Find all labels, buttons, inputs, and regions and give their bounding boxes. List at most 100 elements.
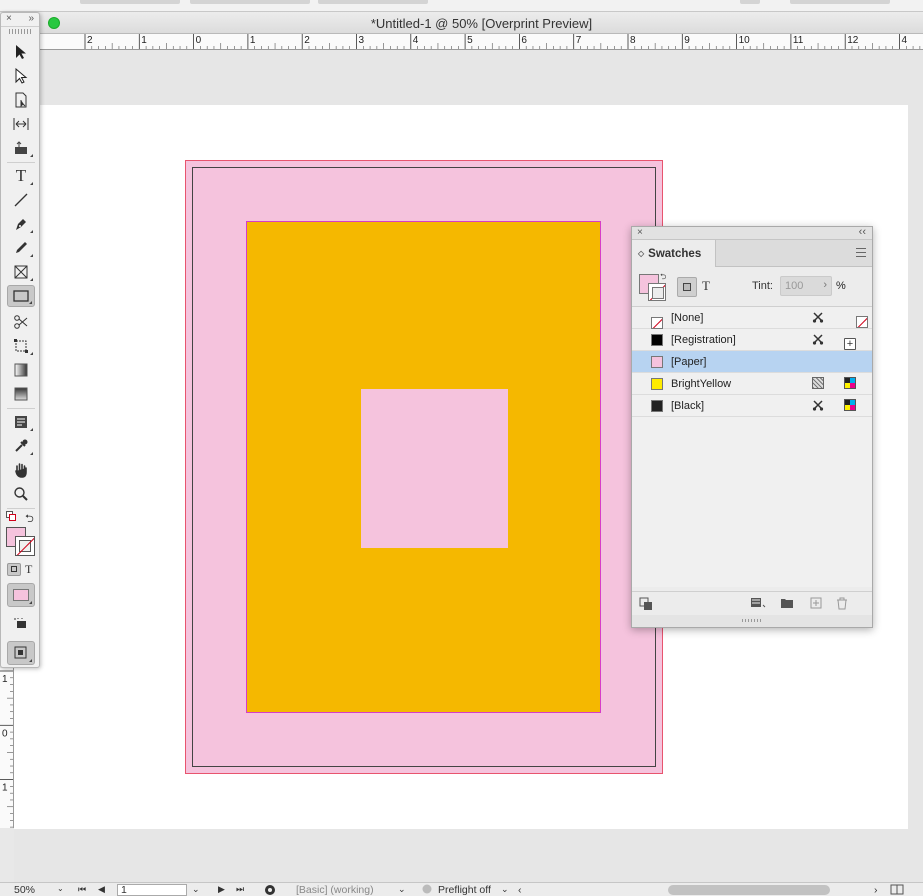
paper-square-frame[interactable] [361, 389, 508, 548]
zoom-tool-icon[interactable] [7, 483, 35, 505]
show-swatch-kinds-icon[interactable] [639, 597, 653, 614]
next-page-icon[interactable]: ▶ [218, 884, 225, 895]
preview-mode-icon[interactable] [7, 641, 35, 665]
swatch-chip [651, 356, 663, 368]
gradient-feather-tool-icon[interactable] [7, 383, 35, 405]
tools-panel-header: × » [1, 13, 39, 27]
new-folder-icon[interactable] [780, 597, 794, 612]
content-collector-icon[interactable] [7, 137, 35, 159]
ruler-label: 3 [359, 35, 365, 46]
split-window-icon[interactable] [890, 884, 904, 896]
formatting-affects-text-button[interactable]: T [702, 278, 710, 294]
registration-icon [844, 337, 856, 350]
preflight-status[interactable]: Preflight off [438, 884, 491, 896]
apply-color-icon[interactable] [7, 583, 35, 607]
swatches-controls: ⮌ T Tint: 100 › % [632, 267, 872, 307]
close-icon[interactable]: × [637, 227, 643, 238]
tint-value: 100 [785, 280, 804, 292]
swatch-row[interactable]: [Black] [632, 395, 872, 417]
swatches-panel-header[interactable]: × ‹‹ [632, 226, 872, 240]
scroll-right-icon[interactable]: › [874, 884, 878, 896]
gradient-swatch-tool-icon[interactable] [7, 359, 35, 381]
tint-chevron-icon[interactable]: › [823, 279, 827, 291]
swatch-row[interactable]: [Paper] [632, 351, 872, 373]
zoom-level[interactable]: 50% [14, 884, 35, 896]
ruler-label: 6 [521, 35, 527, 46]
style-dropdown-icon[interactable]: ⌄ [398, 884, 406, 895]
rectangle-frame-tool-icon[interactable] [7, 261, 35, 283]
panel-menu-icon[interactable] [856, 248, 866, 257]
stroke-proxy[interactable] [15, 536, 35, 556]
new-color-group-icon[interactable] [750, 597, 766, 612]
new-swatch-icon[interactable] [810, 597, 822, 612]
last-page-icon[interactable]: ⏭ [236, 884, 244, 895]
zoom-dropdown-icon[interactable]: ⌄ [57, 884, 64, 893]
swatch-row[interactable]: [Registration] [632, 329, 872, 351]
scissor-lock-icon [812, 333, 824, 345]
tab-swatches[interactable]: ◇ Swatches [632, 240, 716, 267]
pen-tool-icon[interactable] [7, 213, 35, 235]
vruler-label: 0 [2, 728, 8, 739]
eyedropper-tool-icon[interactable] [7, 435, 35, 457]
ruler-label: 1 [250, 35, 256, 46]
hand-tool-icon[interactable] [7, 459, 35, 481]
ruler-label: 12 [847, 35, 859, 46]
page-dropdown-icon[interactable]: ⌄ [192, 884, 200, 895]
horizontal-scrollbar[interactable] [668, 885, 830, 895]
scissors-tool-icon[interactable] [7, 311, 35, 333]
vruler-label: 1 [2, 783, 8, 794]
preflight-dropdown-icon[interactable]: ⌄ [501, 884, 509, 895]
rectangle-tool-icon[interactable] [7, 285, 35, 307]
ruler-label: 8 [630, 35, 636, 46]
direct-selection-tool-icon[interactable] [7, 65, 35, 87]
screen-mode-icon[interactable] [7, 613, 35, 635]
first-page-icon[interactable]: ⏮ [78, 884, 86, 895]
tint-unit: % [836, 280, 846, 292]
line-tool-icon[interactable] [7, 189, 35, 211]
swatch-chip [651, 400, 663, 412]
process-color-icon [812, 377, 824, 389]
ruler-label: 2 [87, 35, 93, 46]
swatch-chip [651, 378, 663, 390]
type-tool-icon[interactable]: T [7, 165, 35, 187]
delete-swatch-icon[interactable] [836, 597, 848, 613]
swatch-name: [Paper] [671, 356, 707, 368]
swatch-chip [651, 316, 663, 329]
open-page-icon[interactable] [264, 884, 276, 896]
formatting-affects-container-button[interactable] [677, 277, 697, 297]
swap-fill-stroke-icon[interactable]: ⮌ [660, 271, 666, 285]
page-number-field[interactable]: 1 [117, 884, 187, 896]
ruler-label: 4 [413, 35, 419, 46]
swap-fill-stroke-icon[interactable]: ⮌ [25, 510, 34, 529]
panel-resize-grip[interactable] [632, 615, 872, 627]
default-fill-stroke-icon[interactable] [6, 511, 16, 521]
swatch-name: [Black] [671, 400, 705, 412]
collapse-icon[interactable]: » [28, 13, 34, 24]
swatch-row[interactable]: [None] [632, 307, 872, 329]
note-tool-icon[interactable] [7, 411, 35, 433]
swatches-panel: × ‹‹ ◇ Swatches ⮌ T Tint: 100 › % [None]… [631, 226, 873, 628]
type-tool-label: T [15, 166, 27, 185]
ruler-label: 7 [576, 35, 582, 46]
free-transform-tool-icon[interactable] [7, 335, 35, 357]
swatch-chip [651, 334, 663, 346]
scissor-lock-icon [812, 399, 824, 411]
gap-tool-icon[interactable] [7, 113, 35, 135]
swatch-row[interactable]: BrightYellow [632, 373, 872, 395]
tools-grip[interactable] [9, 29, 31, 34]
pencil-tool-icon[interactable] [7, 237, 35, 259]
formatting-container-icon[interactable] [7, 563, 21, 576]
previous-page-icon[interactable]: ◀ [98, 884, 105, 895]
vertical-ruler[interactable]: 1 0 1 [0, 668, 14, 828]
scroll-left-icon[interactable]: ‹ [518, 884, 522, 896]
selection-tool-icon[interactable] [7, 41, 35, 63]
horizontal-ruler[interactable]: 2 1 0 1 2 3 4 5 6 7 8 9 10 11 12 4 [40, 34, 923, 50]
tint-field[interactable]: 100 › [780, 276, 832, 296]
tab-arrow-icon: ◇ [638, 249, 645, 258]
formatting-text-icon[interactable]: T [25, 562, 32, 577]
close-icon[interactable]: × [6, 13, 12, 24]
document-style[interactable]: [Basic] (working) [296, 884, 374, 896]
page-tool-icon[interactable] [7, 89, 35, 111]
stroke-swatch-proxy[interactable] [648, 283, 666, 301]
collapse-panel-icon[interactable]: ‹‹ [859, 226, 866, 238]
